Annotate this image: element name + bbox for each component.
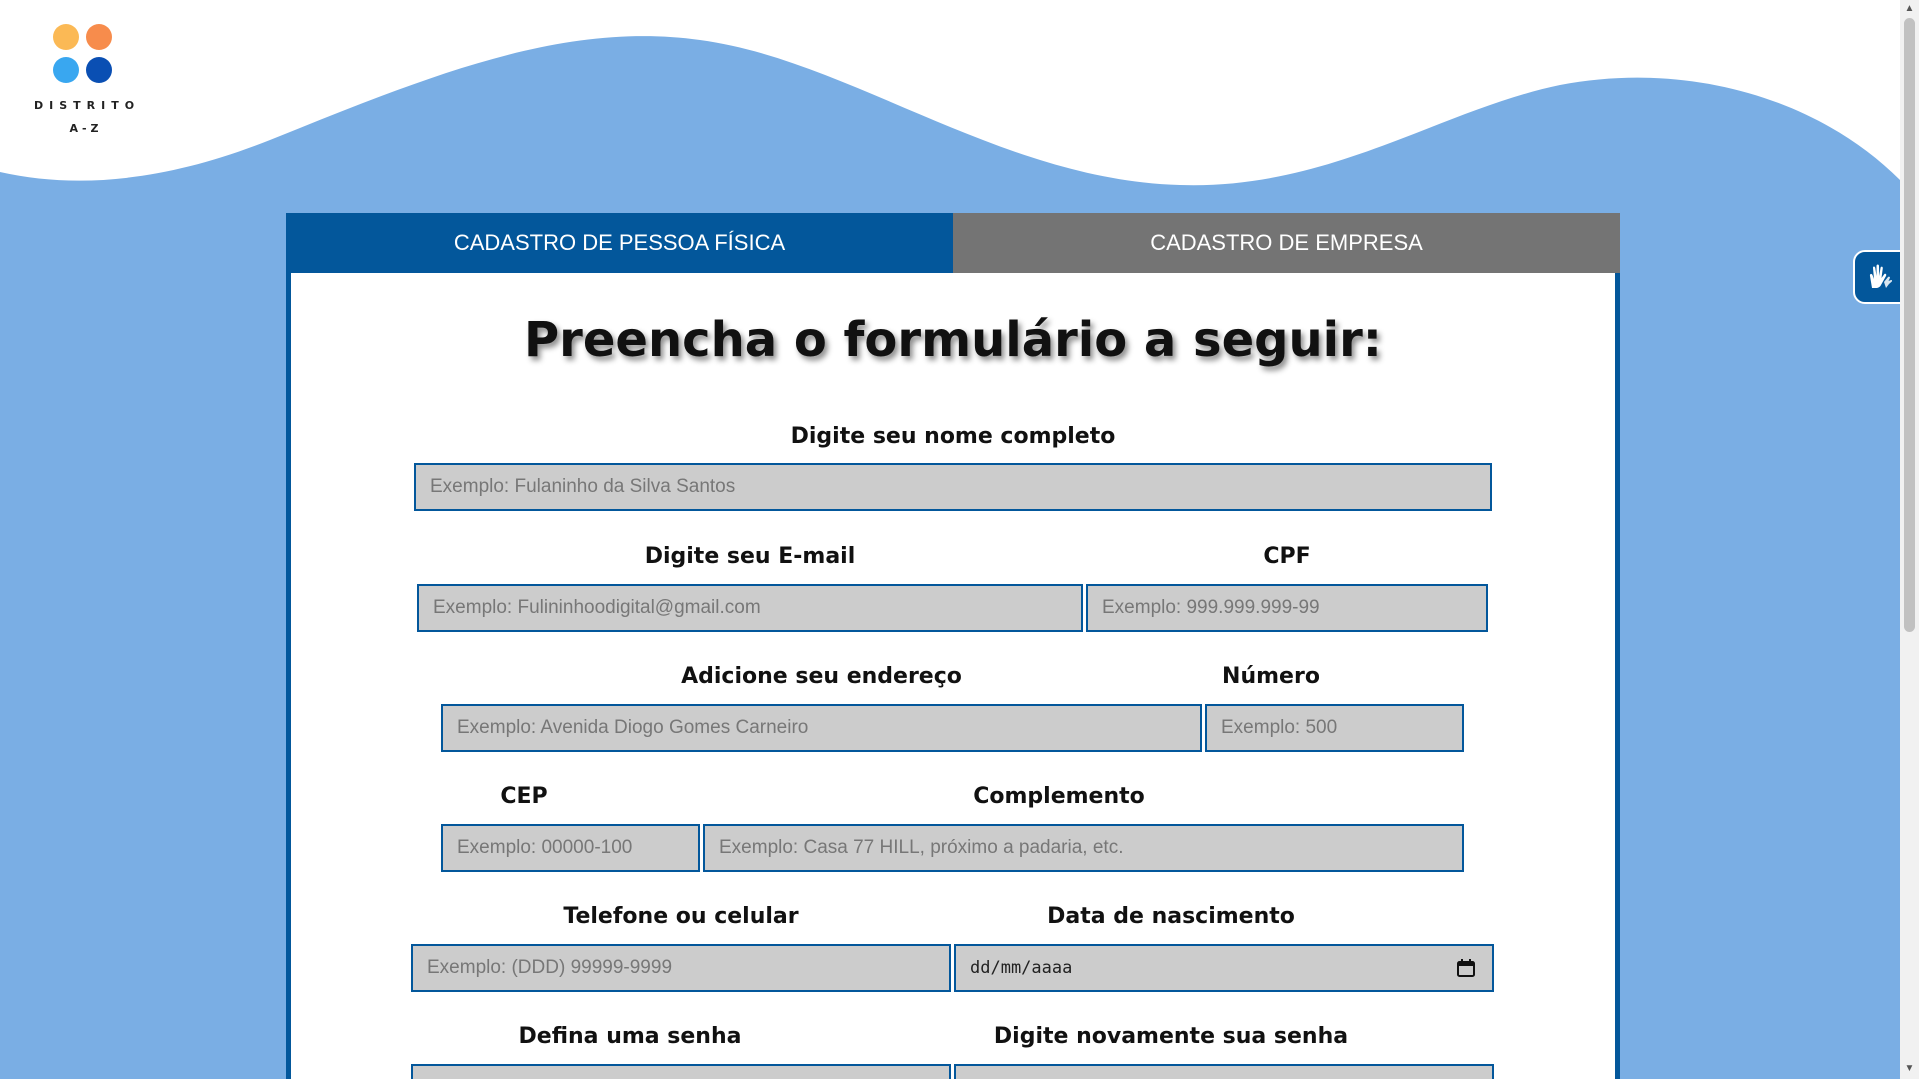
- cep-input[interactable]: [441, 824, 700, 872]
- scrollbar-thumb[interactable]: [1904, 18, 1915, 632]
- telefone-label: Telefone ou celular: [563, 904, 799, 929]
- senha-input[interactable]: [411, 1064, 951, 1079]
- nome-input[interactable]: [414, 463, 1492, 511]
- numero-label: Número: [1222, 664, 1320, 689]
- logo-dot-lightblue: [53, 57, 79, 83]
- page: DISTRITO A-Z CADASTRO DE PESSOA FÍSICA C…: [0, 0, 1900, 1079]
- cpf-label: CPF: [1263, 544, 1311, 569]
- complemento-label: Complemento: [973, 784, 1145, 809]
- nascimento-label: Data de nascimento: [1047, 904, 1295, 929]
- nome-label: Digite seu nome completo: [790, 424, 1116, 449]
- accessibility-widget-button[interactable]: [1853, 250, 1900, 304]
- email-label: Digite seu E-mail: [644, 544, 856, 569]
- complemento-input[interactable]: [703, 824, 1464, 872]
- telefone-input[interactable]: [411, 944, 951, 992]
- scroll-down-arrow-icon[interactable]: ▼: [1904, 1063, 1915, 1075]
- cep-label: CEP: [500, 784, 548, 809]
- endereco-label: Adicione seu endereço: [681, 664, 962, 689]
- form-title: Preencha o formulário a seguir:: [524, 312, 1382, 368]
- calendar-icon[interactable]: [1456, 958, 1476, 978]
- vertical-scrollbar[interactable]: ▲ ▼: [1900, 0, 1919, 1079]
- registration-tabs: CADASTRO DE PESSOA FÍSICA CADASTRO DE EM…: [286, 213, 1620, 273]
- senha-label: Defina uma senha: [518, 1024, 742, 1049]
- nascimento-date-placeholder: dd/mm/aaaa: [970, 958, 1073, 978]
- tab-pessoa-fisica[interactable]: CADASTRO DE PESSOA FÍSICA: [286, 213, 953, 273]
- tab-empresa[interactable]: CADASTRO DE EMPRESA: [953, 213, 1620, 273]
- nascimento-date-input[interactable]: dd/mm/aaaa: [954, 944, 1494, 992]
- logo-dot-orange: [86, 24, 112, 50]
- logo-text-line2: A-Z: [69, 122, 103, 135]
- endereco-input[interactable]: [441, 704, 1202, 752]
- senha2-label: Digite novamente sua senha: [993, 1024, 1349, 1049]
- scroll-up-arrow-icon[interactable]: ▲: [1904, 3, 1915, 15]
- numero-input[interactable]: [1205, 704, 1464, 752]
- cpf-input[interactable]: [1086, 584, 1488, 632]
- logo[interactable]: DISTRITO A-Z: [28, 22, 138, 136]
- logo-dot-darkblue: [86, 57, 112, 83]
- logo-dot-yellow: [53, 24, 79, 50]
- senha2-input[interactable]: [954, 1064, 1494, 1079]
- logo-text-line1: DISTRITO: [34, 99, 141, 112]
- sign-language-hands-icon: [1869, 264, 1893, 288]
- logo-dots: [28, 22, 138, 90]
- email-input[interactable]: [417, 584, 1083, 632]
